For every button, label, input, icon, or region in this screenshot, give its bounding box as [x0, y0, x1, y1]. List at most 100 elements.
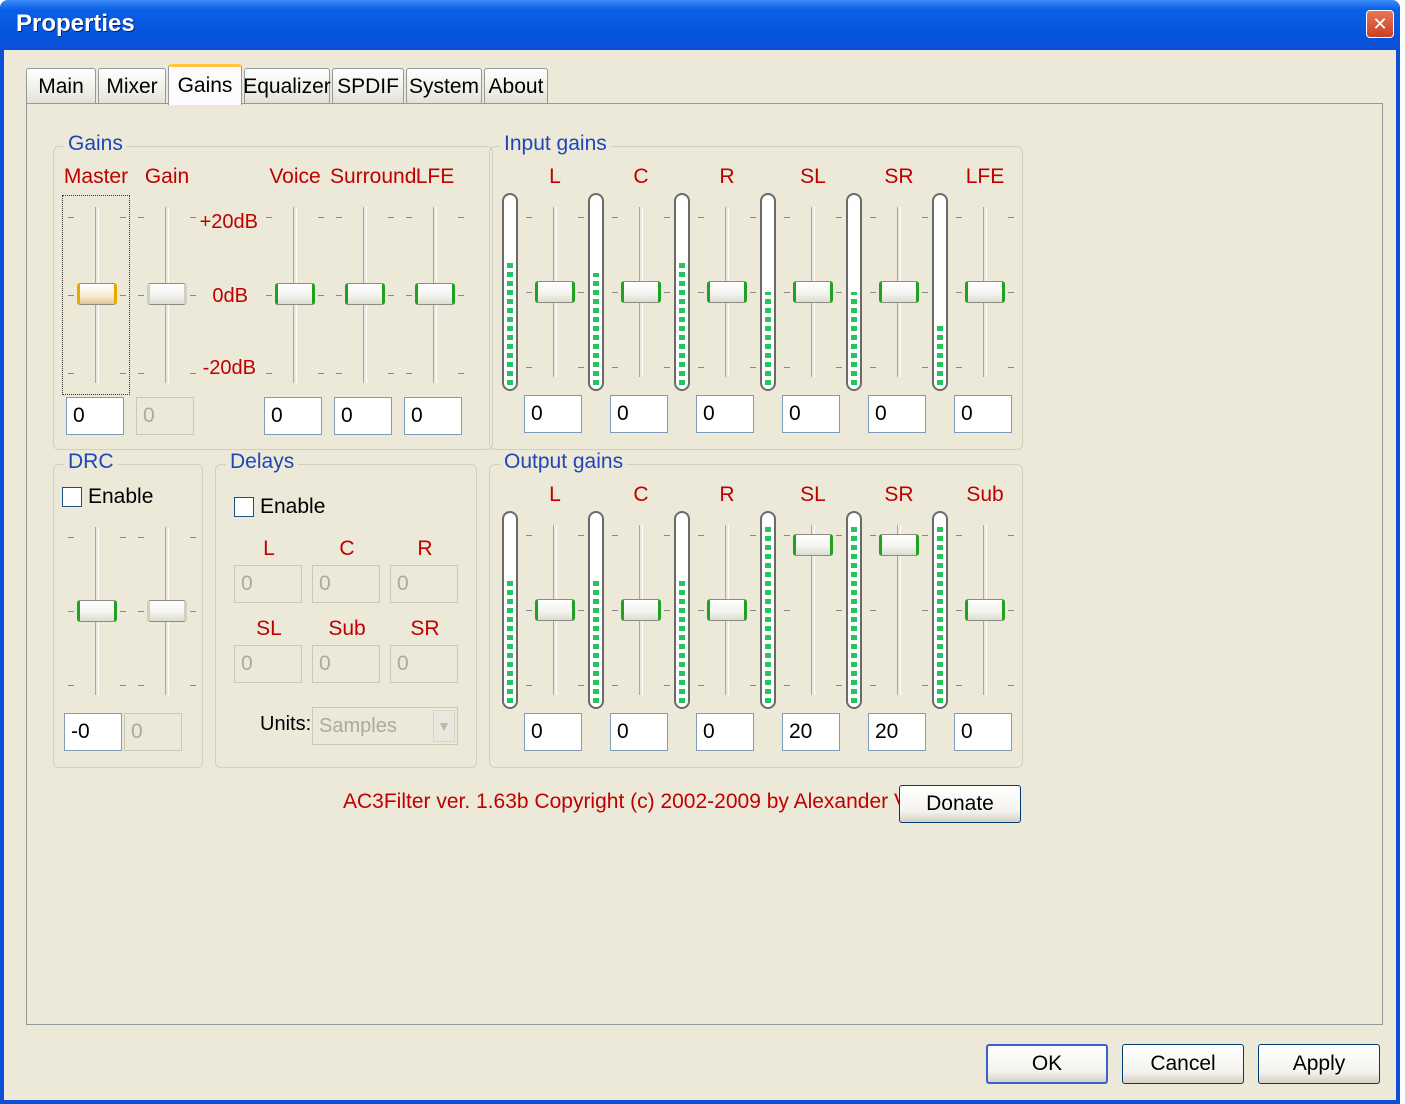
gain-slider-c[interactable]: [606, 207, 676, 377]
gain-value-field-sub[interactable]: 0: [954, 713, 1012, 751]
gain-slider-sr[interactable]: [864, 207, 934, 377]
slider-tick: [120, 685, 126, 686]
gain-value-field-sr[interactable]: 20: [868, 713, 926, 751]
gain-slider-lfe[interactable]: [950, 207, 1020, 377]
slider-tick: [664, 217, 670, 218]
apply-button[interactable]: Apply: [1258, 1044, 1380, 1084]
slider-thumb[interactable]: [879, 281, 919, 303]
close-button[interactable]: ✕: [1366, 10, 1394, 38]
drc-value-field-1[interactable]: -0: [64, 713, 122, 751]
slider-tick: [526, 685, 532, 686]
level-meter-fill: [937, 324, 943, 385]
gain-value-field-lfe[interactable]: 0: [954, 395, 1012, 433]
delay-c-label: C: [339, 537, 355, 560]
slider-thumb[interactable]: [879, 534, 919, 556]
donate-button[interactable]: Donate: [899, 785, 1021, 823]
slider-thumb[interactable]: [707, 281, 747, 303]
channel-label-c: C: [633, 165, 649, 188]
delay-sub-field: 0: [312, 645, 380, 683]
tab-about[interactable]: About: [484, 68, 548, 104]
slider-thumb[interactable]: [965, 281, 1005, 303]
slider-tick: [266, 295, 272, 296]
slider-thumb[interactable]: [965, 599, 1005, 621]
slider-thumb[interactable]: [147, 600, 187, 622]
tab-equalizer[interactable]: Equalizer: [243, 68, 331, 104]
level-meter-sl: [760, 193, 776, 391]
gain-slider-l[interactable]: [520, 207, 590, 377]
drc-group-title: DRC: [64, 450, 118, 474]
slider-thumb[interactable]: [415, 283, 455, 305]
drc-slider-1[interactable]: [62, 527, 132, 695]
slider-tick: [120, 217, 126, 218]
gain-value-field-sl[interactable]: 20: [782, 713, 840, 751]
gain-value-field-c[interactable]: 0: [610, 713, 668, 751]
gain-value-field-sr[interactable]: 0: [868, 395, 926, 433]
slider-tick: [578, 367, 584, 368]
surround-value-field[interactable]: 0: [334, 397, 392, 435]
gains-group-title: Gains: [64, 132, 127, 156]
slider-thumb[interactable]: [345, 283, 385, 305]
gain-value-field-sl[interactable]: 0: [782, 395, 840, 433]
checkbox-box[interactable]: [234, 497, 254, 517]
delays-enable-checkbox[interactable]: Enable: [234, 495, 325, 519]
tab-mixer[interactable]: Mixer: [98, 68, 166, 104]
gain-slider-c[interactable]: [606, 525, 676, 695]
channel-label-r: R: [719, 165, 735, 188]
level-meter-lfe: [932, 193, 948, 391]
master-value-field[interactable]: 0: [66, 397, 124, 435]
gain-slider-sr[interactable]: [864, 525, 934, 695]
gain-value-field-c[interactable]: 0: [610, 395, 668, 433]
slider-thumb[interactable]: [621, 599, 661, 621]
slider-thumb[interactable]: [535, 281, 575, 303]
gain-slider-r[interactable]: [692, 207, 762, 377]
master-slider[interactable]: [62, 207, 132, 383]
ok-button[interactable]: OK: [986, 1044, 1108, 1084]
slider-tick: [698, 367, 704, 368]
surround-slider[interactable]: [330, 207, 400, 383]
slider-thumb[interactable]: [77, 283, 117, 305]
level-meter-sr: [846, 511, 862, 709]
slider-thumb[interactable]: [275, 283, 315, 305]
voice-slider[interactable]: [260, 207, 330, 383]
lfe-value-field[interactable]: 0: [404, 397, 462, 435]
gain-slider-sl[interactable]: [778, 525, 848, 695]
level-meter-l: [502, 193, 518, 391]
gain-slider-l[interactable]: [520, 525, 590, 695]
slider-tick: [120, 611, 126, 612]
slider-tick: [922, 217, 928, 218]
db-label-mid: 0dB: [212, 285, 248, 307]
gain-value-field-r[interactable]: 0: [696, 713, 754, 751]
tab-system[interactable]: System: [406, 68, 482, 104]
gain-value-field-l[interactable]: 0: [524, 713, 582, 751]
gain-value-field-r[interactable]: 0: [696, 395, 754, 433]
slider-tick: [68, 611, 74, 612]
slider-thumb[interactable]: [535, 599, 575, 621]
slider-thumb[interactable]: [77, 600, 117, 622]
slider-tick: [318, 373, 324, 374]
tab-gains[interactable]: Gains: [168, 64, 242, 105]
slider-thumb[interactable]: [793, 281, 833, 303]
voice-value-field[interactable]: 0: [264, 397, 322, 435]
gain-slider-sl[interactable]: [778, 207, 848, 377]
title-bar[interactable]: Properties ✕: [0, 0, 1400, 50]
delay-r-label: R: [417, 537, 433, 560]
slider-thumb[interactable]: [793, 534, 833, 556]
slider-tick: [68, 373, 74, 374]
lfe-slider[interactable]: [400, 207, 470, 383]
delays-group-title: Delays: [226, 450, 299, 474]
slider-thumb[interactable]: [707, 599, 747, 621]
tab-spdif[interactable]: SPDIF: [332, 68, 404, 104]
drc-slider-2[interactable]: [132, 527, 202, 695]
tab-main[interactable]: Main: [26, 68, 96, 104]
gain-slider-sub[interactable]: [950, 525, 1020, 695]
slider-tick: [750, 292, 756, 293]
drc-group: DRC Enable -0 0: [53, 450, 203, 768]
slider-thumb[interactable]: [621, 281, 661, 303]
gain-slider-r[interactable]: [692, 525, 762, 695]
channel-label-c: C: [633, 483, 649, 506]
drc-enable-checkbox[interactable]: Enable: [62, 485, 153, 509]
cancel-button[interactable]: Cancel: [1122, 1044, 1244, 1084]
gain-value-field-l[interactable]: 0: [524, 395, 582, 433]
delay-sr-label: SR: [410, 617, 440, 640]
checkbox-box[interactable]: [62, 487, 82, 507]
